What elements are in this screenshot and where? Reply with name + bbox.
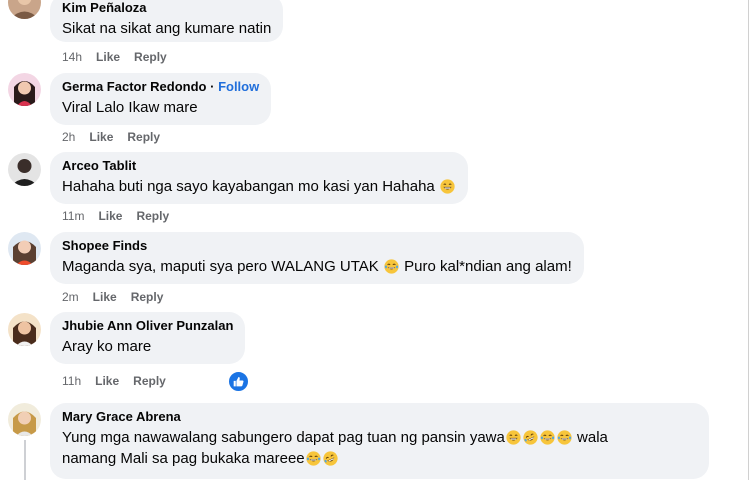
reply-button[interactable]: Reply [136,209,169,223]
comment-actions: 14h Like Reply [62,50,181,64]
like-icon [233,377,244,387]
laughing-tears-emoji-icon [384,259,399,274]
like-button[interactable]: Like [96,50,120,64]
like-button[interactable]: Like [93,290,117,304]
rolling-laughing-emoji-icon [523,430,538,445]
comment-timestamp[interactable]: 11m [62,209,84,223]
comment-bubble: Jhubie Ann Oliver Punzalan Aray ko mare [50,312,246,364]
comment-text-content: Maganda sya, maputi sya pero WALANG UTAK [62,258,379,275]
grinning-emoji-icon [506,430,521,445]
comment-timestamp[interactable]: 2h [62,130,75,144]
comment-text-content: Yung mga nawawalang sabungero dapat pag … [62,429,505,446]
comment-bubble: Germa Factor Redondo · Follow Viral Lalo… [50,73,272,125]
like-reaction-badge[interactable] [228,371,249,392]
comment-text: Sikat na sikat ang kumare natin [62,20,272,37]
avatar[interactable] [8,313,41,346]
rolling-laughing-emoji-icon [323,451,338,466]
laughing-tears-emoji-icon [540,430,555,445]
reply-button[interactable]: Reply [133,374,166,388]
comment-bubble: Arceo Tablit Hahaha buti nga sayo kayaba… [50,152,468,204]
comment-text: Hahaha buti nga sayo kayabangan mo kasi … [62,176,456,197]
separator-dot: · [210,79,215,94]
laughing-tears-emoji-icon [306,451,321,466]
like-button[interactable]: Like [98,209,122,223]
comment-text: Aray ko mare [62,338,152,355]
comment-author[interactable]: Shopee Finds [62,238,147,253]
comment-text: Viral Lalo Ikaw mare [62,99,198,116]
avatar[interactable] [8,232,41,265]
comment-text-content: wala [577,429,608,446]
comment-actions: 11h Like Reply [62,374,180,388]
laughing-tears-emoji-icon [557,430,572,445]
comment-text-content: namang Mali sa pag bukaka mareee [62,450,305,467]
comment-actions: 11m Like Reply [62,209,183,223]
comment-author[interactable]: Kim Peñaloza [62,0,147,15]
avatar[interactable] [8,153,41,186]
comment-bubble: Shopee Finds Maganda sya, maputi sya per… [50,232,584,284]
reply-button[interactable]: Reply [131,290,164,304]
reply-button[interactable]: Reply [127,130,160,144]
comment-actions: 2h Like Reply [62,130,174,144]
comment-actions: 2m Like Reply [62,290,177,304]
comments-panel: Kim Peñaloza Sikat na sikat ang kumare n… [0,0,750,480]
comment-timestamp[interactable]: 14h [62,50,82,64]
avatar[interactable] [8,403,41,436]
comment-text-content: Puro kal*ndian ang alam! [404,258,572,275]
avatar[interactable] [8,0,41,19]
comment-author[interactable]: Mary Grace Abrena [62,409,181,424]
comment-text: Yung mga nawawalang sabungero dapat pag … [62,427,697,469]
comment-text-content: Hahaha buti nga sayo kayabangan mo kasi … [62,178,435,195]
reply-thread-line [24,440,26,480]
panel-edge [748,0,749,480]
comment-author[interactable]: Germa Factor Redondo [62,79,206,94]
reply-button[interactable]: Reply [134,50,167,64]
comment-author[interactable]: Jhubie Ann Oliver Punzalan [62,318,233,333]
comment-author[interactable]: Arceo Tablit [62,158,136,173]
follow-button[interactable]: Follow [218,79,259,94]
avatar[interactable] [8,73,41,106]
comment-timestamp[interactable]: 2m [62,290,79,304]
comment-bubble: Kim Peñaloza Sikat na sikat ang kumare n… [50,0,284,42]
grinning-emoji-icon [440,179,455,194]
like-button[interactable]: Like [95,374,119,388]
comment-timestamp[interactable]: 11h [62,374,81,388]
like-button[interactable]: Like [89,130,113,144]
comment-text: Maganda sya, maputi sya pero WALANG UTAK… [62,256,572,277]
comment-bubble: Mary Grace Abrena Yung mga nawawalang sa… [50,403,709,479]
